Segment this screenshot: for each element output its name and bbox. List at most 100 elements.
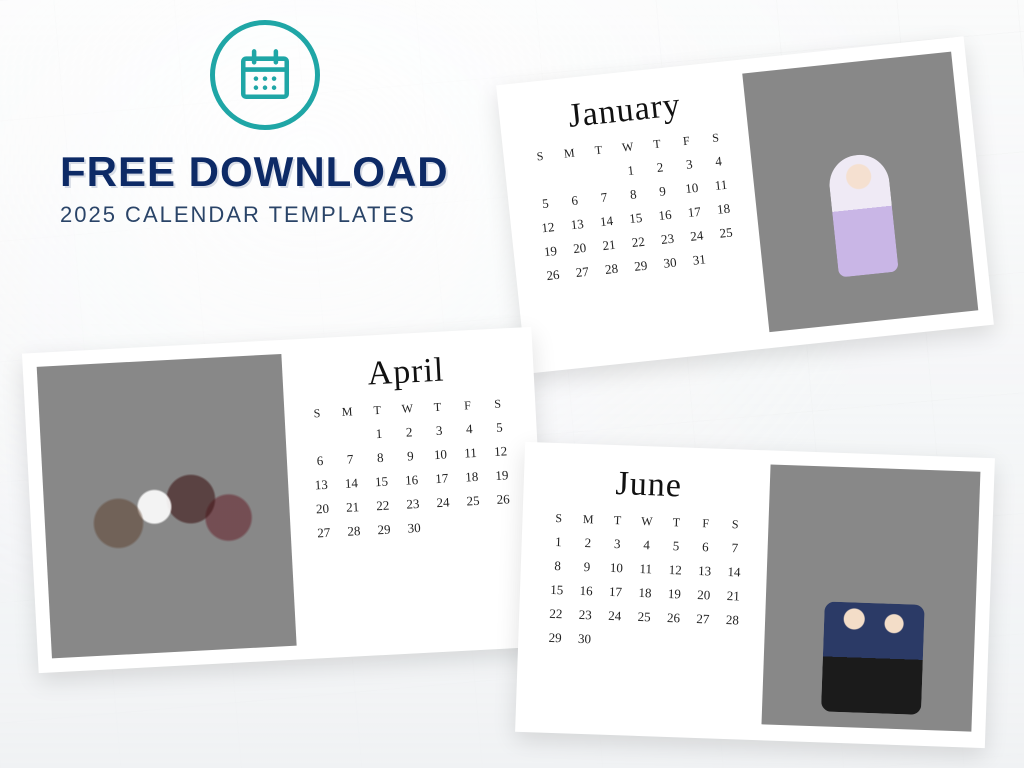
day-cell: 16 bbox=[649, 202, 681, 229]
day-cell bbox=[586, 160, 618, 187]
day-cell: 9 bbox=[572, 555, 602, 580]
day-cell: 1 bbox=[543, 530, 573, 555]
dow-cell: T bbox=[362, 398, 393, 423]
day-cell bbox=[429, 514, 460, 540]
headline-text: FREE DOWNLOAD bbox=[60, 148, 510, 196]
day-cell bbox=[716, 632, 746, 657]
dow-cell: S bbox=[544, 507, 574, 531]
day-cell bbox=[556, 163, 588, 190]
calendar-grid-january: January SMTWTFS 123456789101112131415161… bbox=[512, 75, 760, 359]
day-cell: 4 bbox=[703, 148, 735, 175]
day-cell: 7 bbox=[720, 536, 750, 561]
day-cell: 8 bbox=[365, 445, 396, 471]
dow-cell: T bbox=[583, 137, 615, 163]
dow-cell: M bbox=[554, 141, 586, 167]
day-cell: 28 bbox=[596, 256, 628, 283]
day-cell: 15 bbox=[542, 578, 572, 603]
day-cell: 31 bbox=[683, 247, 715, 274]
day-cell: 30 bbox=[569, 627, 599, 652]
calendar-card-june: June SMTWTFS 123456789101112131415161718… bbox=[515, 442, 995, 748]
dow-cell: W bbox=[392, 397, 423, 422]
day-cell: 13 bbox=[561, 211, 593, 238]
calendar-icon bbox=[210, 20, 320, 130]
day-cell: 16 bbox=[396, 468, 427, 494]
day-cell: 25 bbox=[710, 220, 742, 247]
day-cell: 27 bbox=[688, 607, 718, 632]
dow-cell: W bbox=[632, 510, 662, 534]
day-cell: 5 bbox=[661, 534, 691, 559]
photo-april bbox=[37, 354, 297, 658]
day-cell: 3 bbox=[424, 418, 455, 444]
calendar-table: SMTWTFS 12345678910111213141516171819202… bbox=[302, 392, 520, 546]
calendar-grid-april: April SMTWTFS 12345678910111213141516171… bbox=[291, 342, 533, 645]
day-cell: 8 bbox=[617, 181, 649, 208]
day-cell bbox=[599, 628, 629, 653]
day-cell: 17 bbox=[678, 199, 710, 226]
calendar-table: SMTWTFS 12345678910111213141516171819202… bbox=[525, 125, 745, 289]
day-cell: 12 bbox=[660, 558, 690, 583]
day-cell: 18 bbox=[456, 464, 487, 490]
dow-cell: S bbox=[302, 401, 333, 426]
day-cell: 23 bbox=[397, 492, 428, 518]
dow-cell: T bbox=[603, 509, 633, 533]
day-cell bbox=[489, 511, 520, 537]
day-cell bbox=[527, 167, 559, 194]
day-cell: 2 bbox=[644, 154, 676, 181]
day-cell: 1 bbox=[615, 157, 647, 184]
dow-cell: F bbox=[452, 394, 483, 419]
day-cell: 28 bbox=[338, 519, 369, 545]
day-cell: 20 bbox=[564, 235, 596, 262]
day-cell: 6 bbox=[690, 535, 720, 560]
day-cell: 3 bbox=[602, 532, 632, 557]
header-block: FREE DOWNLOAD 2025 CALENDAR TEMPLATES bbox=[60, 20, 510, 228]
day-cell: 19 bbox=[659, 582, 689, 607]
subline-text: 2025 CALENDAR TEMPLATES bbox=[60, 202, 510, 228]
day-cell: 29 bbox=[625, 253, 657, 280]
day-cell: 26 bbox=[658, 606, 688, 631]
day-cell bbox=[713, 244, 745, 271]
day-cell: 10 bbox=[601, 556, 631, 581]
day-cell: 15 bbox=[366, 469, 397, 495]
day-cell: 3 bbox=[673, 151, 705, 178]
day-cell: 26 bbox=[537, 262, 569, 289]
day-cell: 21 bbox=[337, 495, 368, 521]
day-cell: 19 bbox=[486, 463, 517, 489]
day-cell: 7 bbox=[588, 184, 620, 211]
day-cell: 12 bbox=[532, 214, 564, 241]
day-cell: 23 bbox=[652, 226, 684, 253]
day-cell: 25 bbox=[457, 488, 488, 514]
dow-cell: T bbox=[422, 395, 453, 420]
dow-cell: S bbox=[700, 125, 732, 151]
dow-cell: T bbox=[642, 131, 674, 157]
day-cell: 18 bbox=[708, 196, 740, 223]
day-cell: 22 bbox=[622, 229, 654, 256]
dow-cell: T bbox=[662, 511, 692, 535]
photo-june bbox=[761, 464, 980, 731]
day-cell: 24 bbox=[600, 604, 630, 629]
dow-cell: S bbox=[483, 392, 514, 417]
dow-cell: M bbox=[332, 400, 363, 425]
dow-cell: F bbox=[671, 128, 703, 154]
dow-cell: S bbox=[721, 513, 751, 537]
day-cell: 17 bbox=[600, 580, 630, 605]
day-cell: 18 bbox=[630, 581, 660, 606]
day-cell: 4 bbox=[632, 533, 662, 558]
day-cell: 25 bbox=[629, 605, 659, 630]
day-cell: 14 bbox=[336, 471, 367, 497]
day-cell: 28 bbox=[717, 608, 747, 633]
calendar-table: SMTWTFS 12345678910111213141516171819202… bbox=[540, 507, 751, 657]
day-cell bbox=[303, 424, 334, 450]
dow-cell: M bbox=[574, 508, 604, 532]
day-cell: 5 bbox=[484, 415, 515, 441]
day-cell: 23 bbox=[570, 603, 600, 628]
day-cell: 10 bbox=[676, 175, 708, 202]
day-cell: 17 bbox=[426, 466, 457, 492]
day-cell: 29 bbox=[368, 517, 399, 543]
dow-cell: F bbox=[691, 512, 721, 536]
day-cell: 26 bbox=[488, 487, 519, 513]
day-cell bbox=[687, 631, 717, 656]
day-cell: 15 bbox=[620, 205, 652, 232]
day-cell: 11 bbox=[705, 172, 737, 199]
day-cell: 13 bbox=[689, 559, 719, 584]
day-cell: 10 bbox=[425, 442, 456, 468]
